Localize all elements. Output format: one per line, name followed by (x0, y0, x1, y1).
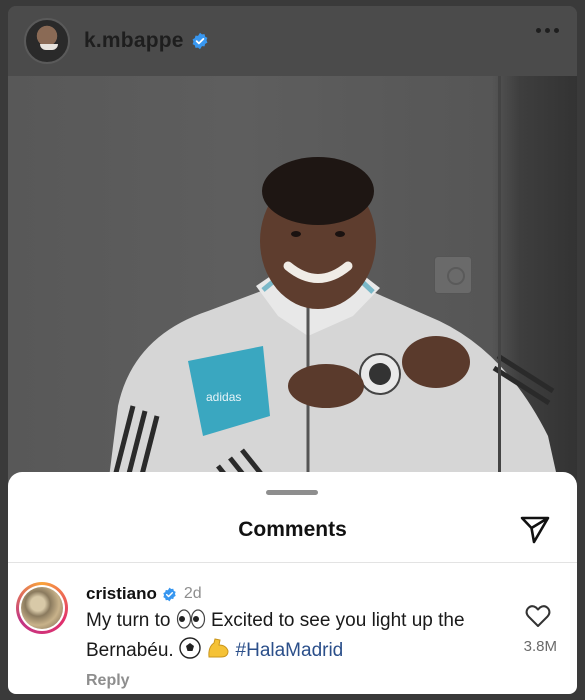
post-header: k.mbappe (8, 6, 577, 76)
post-username[interactable]: k.mbappe (84, 29, 184, 53)
svg-text:adidas: adidas (206, 390, 241, 404)
more-options-icon[interactable] (536, 28, 559, 33)
comments-sheet: Comments cristiano 2d My turn to Excited… (8, 472, 577, 694)
reply-button[interactable]: Reply (86, 672, 130, 690)
comment-header: cristiano 2d (86, 584, 202, 604)
eyes-emoji-icon (176, 609, 206, 637)
like-count: 3.8M (523, 638, 557, 655)
comment-timestamp: 2d (183, 585, 202, 602)
post-photo[interactable]: adidas (8, 76, 577, 526)
heart-icon[interactable] (525, 604, 551, 628)
verified-badge-icon (191, 32, 209, 50)
wall-edge (498, 76, 501, 526)
commenter-username[interactable]: cristiano (86, 584, 157, 604)
comment-text-part1: My turn to (86, 610, 171, 631)
comments-title: Comments (238, 518, 347, 541)
flexed-biceps-emoji-icon (206, 637, 230, 667)
profile-avatar[interactable] (24, 18, 70, 64)
photo-illustration: adidas (103, 157, 568, 526)
hashtag-link[interactable]: #HalaMadrid (236, 640, 344, 661)
sheet-divider (8, 562, 577, 563)
sheet-drag-handle[interactable] (266, 490, 318, 495)
post-frame: k.mbappe adidas Comments cristiano 2d My… (8, 6, 577, 694)
wall-outlet (434, 256, 472, 294)
comment-text: My turn to Excited to see you light up t… (86, 608, 506, 667)
send-icon[interactable] (519, 514, 551, 546)
commenter-avatar[interactable] (16, 582, 68, 634)
soccer-ball-emoji-icon (179, 637, 201, 667)
verified-badge-icon (162, 587, 177, 602)
